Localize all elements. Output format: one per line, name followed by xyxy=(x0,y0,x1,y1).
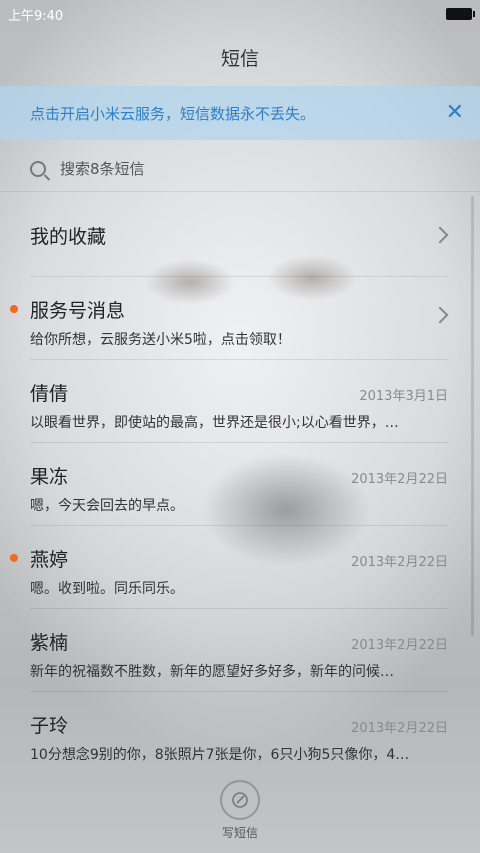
conversation-list: 我的收藏 服务号消息 给你所想，云服务送小米5啦，点击领取！ 倩倩 2013年3… xyxy=(0,194,480,775)
list-item-service-messages[interactable]: 服务号消息 给你所想，云服务送小米5啦，点击领取！ xyxy=(10,277,449,360)
chevron-right-icon xyxy=(431,226,449,244)
banner-text[interactable]: 点击开启小米云服务，短信数据永不丢失。 xyxy=(30,103,315,124)
conversation-preview: 嗯，今天会回去的早点。 xyxy=(30,498,184,514)
close-icon[interactable]: ✕ xyxy=(446,102,464,124)
status-time: 上午9:40 xyxy=(8,8,64,24)
list-item-favorites[interactable]: 我的收藏 xyxy=(30,194,449,277)
conversation-name: 服务号消息 xyxy=(30,300,126,322)
search-icon xyxy=(30,160,46,177)
unread-dot xyxy=(10,554,18,562)
conversation-date: 2013年2月22日 xyxy=(351,472,448,487)
list-item[interactable]: 子玲 2013年2月22日 10分想念9别的你，8张照片7张是你，6只小狗5只像… xyxy=(30,692,448,775)
chevron-right-icon xyxy=(431,306,449,324)
unread-dot xyxy=(10,305,18,313)
status-bar: 上午9:40 xyxy=(0,0,480,28)
page-title: 短信 xyxy=(220,48,259,70)
list-item[interactable]: 倩倩 2013年3月1日 以眼看世界，即使站的最高，世界还是很小;以心看世界，… xyxy=(30,360,448,443)
conversation-preview: 给你所想，云服务送小米5啦，点击领取！ xyxy=(30,332,291,348)
conversation-name: 燕婷 xyxy=(30,549,69,571)
conversation-name: 倩倩 xyxy=(30,383,69,405)
search-input[interactable] xyxy=(58,158,362,179)
conversation-date: 2013年2月22日 xyxy=(351,721,448,736)
cloud-service-banner[interactable]: 点击开启小米云服务，短信数据永不丢失。 ✕ xyxy=(0,86,480,140)
conversation-name: 我的收藏 xyxy=(30,225,107,248)
compose-label: 写短信 xyxy=(221,826,258,840)
conversation-preview: 10分想念9别的你，8张照片7张是你，6只小狗5只像你，4… xyxy=(30,747,410,763)
list-item[interactable]: 紫楠 2013年2月22日 新年的祝福数不胜数，新年的愿望好多好多，新年的问候… xyxy=(30,609,448,692)
list-item[interactable]: 果冻 2013年2月22日 嗯，今天会回去的早点。 xyxy=(30,443,448,526)
compose-button[interactable]: 写短信 xyxy=(0,772,480,853)
conversation-date: 2013年3月1日 xyxy=(359,389,448,404)
battery-icon xyxy=(446,8,475,20)
conversation-name: 果冻 xyxy=(30,466,69,488)
list-item[interactable]: 燕婷 2013年2月22日 嗯。收到啦。同乐同乐。 xyxy=(10,526,448,609)
scrollbar[interactable] xyxy=(471,196,474,636)
conversation-date: 2013年2月22日 xyxy=(351,638,448,653)
conversation-name: 子玲 xyxy=(30,715,69,737)
pencil-icon[interactable] xyxy=(220,780,260,820)
conversation-date: 2013年2月22日 xyxy=(351,555,448,570)
conversation-name: 紫楠 xyxy=(30,632,69,654)
conversation-preview: 嗯。收到啦。同乐同乐。 xyxy=(30,581,184,597)
conversation-preview: 新年的祝福数不胜数，新年的愿望好多好多，新年的问候… xyxy=(30,664,394,680)
conversation-preview: 以眼看世界，即使站的最高，世界还是很小;以心看世界，… xyxy=(30,415,399,431)
search-bar[interactable] xyxy=(0,146,480,192)
